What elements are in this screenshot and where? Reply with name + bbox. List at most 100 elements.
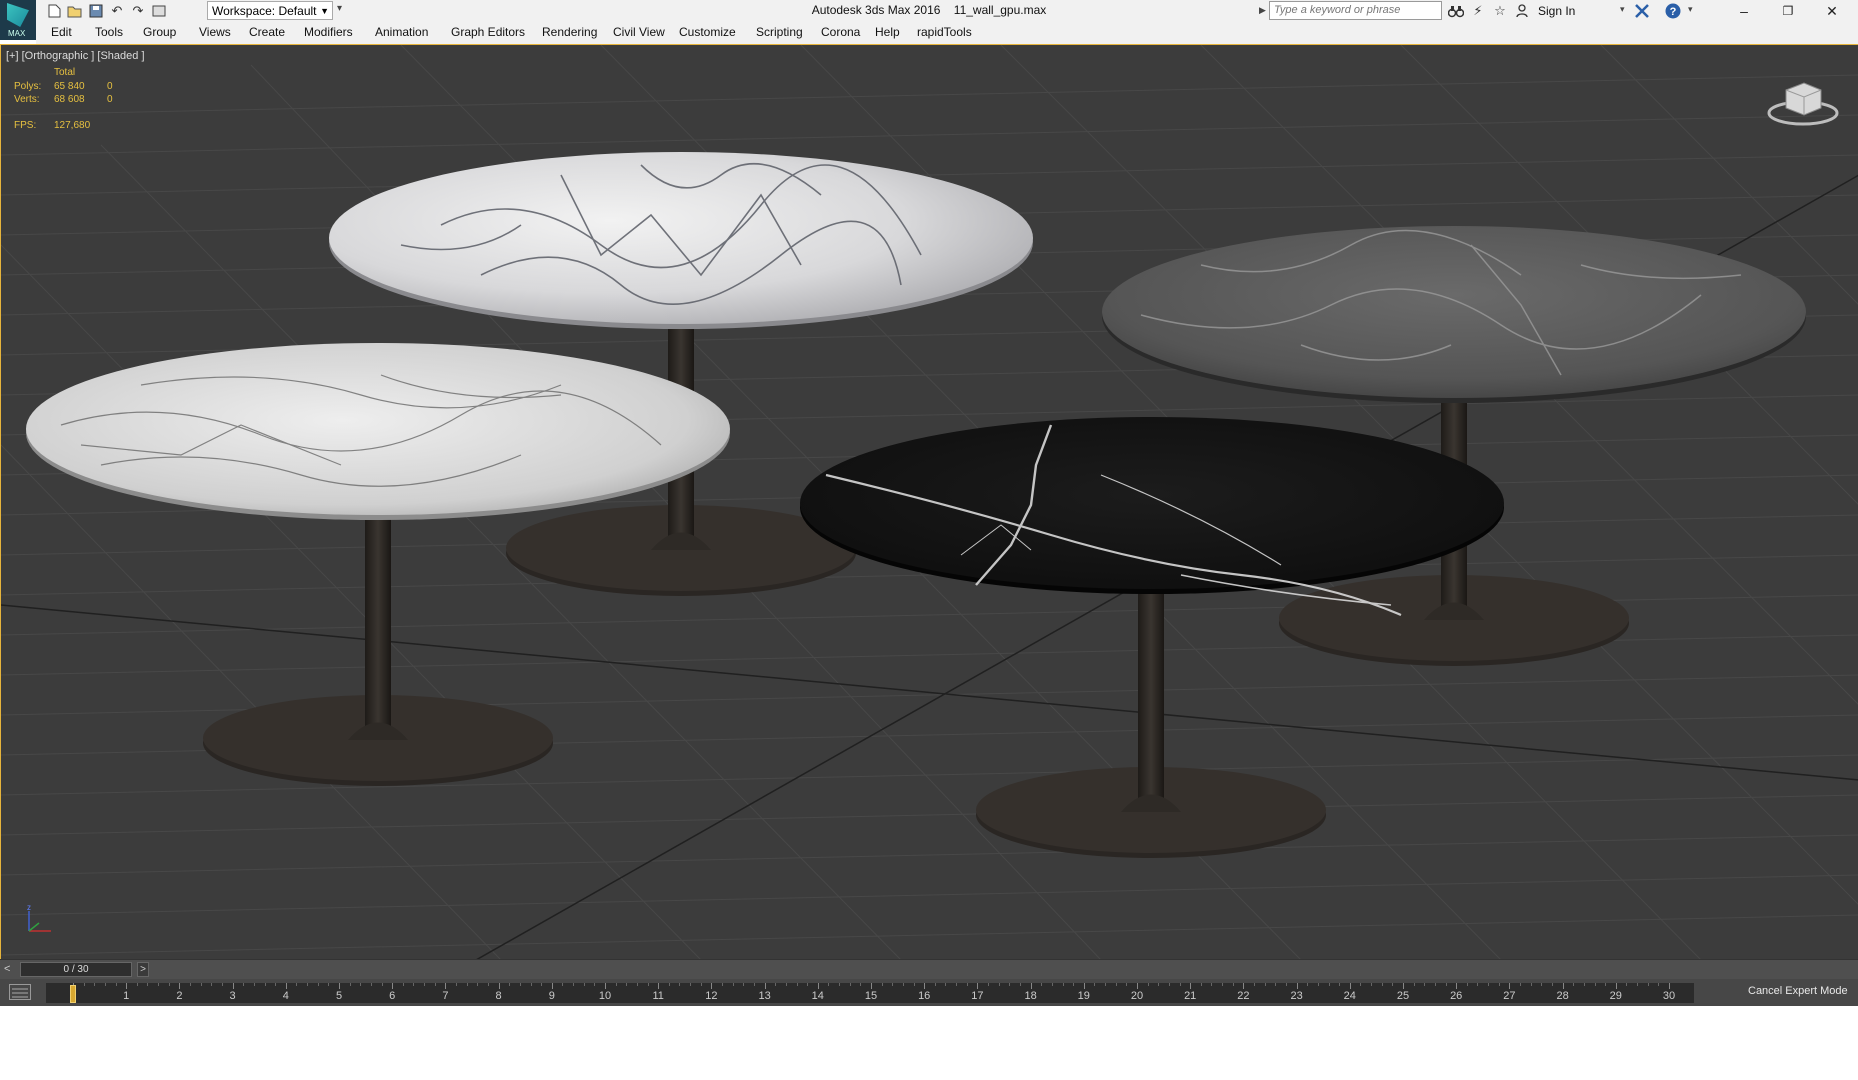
frame-subtick (424, 983, 426, 986)
frame-subtick (1339, 983, 1341, 986)
time-slider[interactable]: < 0 / 30 > (0, 959, 1858, 980)
minimize-button[interactable]: – (1722, 0, 1766, 22)
workspace-label: Workspace: Default (212, 4, 317, 18)
track-bar-mini-curve-icon[interactable] (9, 984, 31, 1000)
menu-customize[interactable]: Customize (679, 25, 736, 39)
time-next-button[interactable]: > (137, 962, 149, 977)
menu-civil-view[interactable]: Civil View (613, 25, 665, 39)
sign-in-link[interactable]: Sign In (1538, 4, 1575, 18)
menu-help[interactable]: Help (875, 25, 900, 39)
frame-tick (977, 983, 979, 989)
menu-edit[interactable]: Edit (51, 25, 72, 39)
menu-tools[interactable]: Tools (95, 25, 123, 39)
track-bar-frames[interactable]: 0123456789101112131415161718192021222324… (46, 983, 1694, 1003)
frame-tick (1562, 983, 1564, 989)
viewcube[interactable] (1767, 82, 1839, 126)
search-expand-icon[interactable]: ▶ (1259, 5, 1266, 16)
menu-modifiers[interactable]: Modifiers (304, 25, 353, 39)
help-icon[interactable]: ? (1664, 2, 1682, 20)
frame-subtick (594, 983, 596, 986)
new-file-icon[interactable] (46, 3, 62, 19)
frame-subtick (158, 983, 160, 986)
frame-subtick (988, 983, 990, 986)
menu-bar: Edit Tools Group Views Create Modifiers … (36, 22, 1858, 45)
frame-tick (126, 983, 128, 989)
redo-icon[interactable]: ↷ (130, 3, 146, 19)
quick-access-toolbar: ↶ ↷ (46, 2, 172, 20)
menu-group[interactable]: Group (143, 25, 176, 39)
frame-subtick (839, 983, 841, 986)
frame-tick (711, 983, 713, 989)
frame-tick (924, 983, 926, 989)
menu-rapidtools[interactable]: rapidTools (917, 25, 972, 39)
frame-label: 17 (971, 990, 984, 1002)
sign-in-dropdown-icon[interactable]: ▾ (1620, 4, 1625, 15)
menu-views[interactable]: Views (199, 25, 231, 39)
time-prev-button[interactable]: < (4, 963, 10, 975)
search-input[interactable]: Type a keyword or phrase (1269, 1, 1442, 20)
frame-subtick (956, 983, 958, 986)
frame-label: 10 (598, 990, 612, 1002)
open-file-icon[interactable] (67, 3, 83, 19)
exchange-apps-icon[interactable] (1633, 2, 1651, 20)
frame-subtick (785, 983, 787, 986)
menu-scripting[interactable]: Scripting (756, 25, 803, 39)
frame-subtick (807, 983, 809, 986)
frame-subtick (860, 983, 862, 986)
frame-subtick (434, 983, 436, 986)
frame-subtick (743, 983, 745, 986)
project-folder-icon[interactable] (151, 3, 167, 19)
menu-corona[interactable]: Corona (821, 25, 860, 39)
menu-rendering[interactable]: Rendering (542, 25, 597, 39)
frame-subtick (1573, 983, 1575, 986)
perspective-viewport[interactable]: [+] [Orthographic ] [Shaded ] Total Poly… (0, 44, 1858, 959)
help-dropdown-icon[interactable]: ▾ (1688, 4, 1693, 15)
frame-subtick (328, 983, 330, 986)
frame-subtick (722, 983, 724, 986)
frame-label: 6 (389, 990, 396, 1002)
viewport-label[interactable]: [+] [Orthographic ] [Shaded ] (6, 50, 145, 62)
frame-subtick (753, 983, 755, 986)
app-logo-button[interactable]: MAX (0, 0, 36, 40)
save-icon[interactable] (88, 3, 104, 19)
frame-subtick (1179, 983, 1181, 986)
frame-label: 28 (1556, 990, 1569, 1002)
frame-label: 24 (1343, 990, 1356, 1002)
current-frame-marker[interactable] (70, 985, 76, 1003)
frame-label: 2 (176, 990, 183, 1002)
frame-label: 26 (1450, 990, 1463, 1002)
frame-subtick (1168, 983, 1170, 986)
user-icon[interactable] (1513, 2, 1531, 20)
frame-subtick (1434, 983, 1436, 986)
time-slider-thumb[interactable]: 0 / 30 (20, 962, 132, 977)
toolbar-overflow-icon[interactable]: ▾ (337, 3, 342, 14)
binoculars-icon[interactable] (1447, 2, 1465, 20)
frame-label: 3 (229, 990, 236, 1002)
restore-button[interactable]: ❐ (1766, 0, 1810, 22)
menu-create[interactable]: Create (249, 25, 285, 39)
viewport-scene (1, 45, 1858, 959)
frame-subtick (1062, 983, 1064, 986)
frame-label: 30 (1662, 990, 1676, 1002)
menu-graph-editors[interactable]: Graph Editors (451, 25, 525, 39)
undo-icon[interactable]: ↶ (109, 3, 125, 19)
menu-animation[interactable]: Animation (375, 25, 428, 39)
frame-label: 1 (123, 990, 130, 1002)
subscription-icon[interactable]: ⚡ (1469, 2, 1487, 20)
frame-tick (1669, 983, 1670, 989)
frame-subtick (1594, 983, 1596, 986)
frame-subtick (519, 983, 521, 986)
frame-subtick (1371, 983, 1373, 986)
frame-subtick (1147, 983, 1149, 986)
frame-subtick (466, 983, 468, 986)
frame-subtick (1530, 983, 1532, 986)
frame-subtick (200, 983, 202, 986)
title-bar: MAX ↶ ↷ Workspace: Default ▼ ▾ Autodesk … (0, 0, 1858, 40)
close-button[interactable]: ✕ (1810, 0, 1854, 22)
workspace-dropdown[interactable]: Workspace: Default ▼ (207, 1, 333, 20)
frame-label: 9 (548, 990, 555, 1002)
frame-subtick (307, 983, 309, 986)
favorites-star-icon[interactable]: ☆ (1491, 2, 1509, 20)
frame-label: 5 (335, 990, 343, 1002)
cancel-expert-mode-button[interactable]: Cancel Expert Mode (1748, 985, 1848, 997)
